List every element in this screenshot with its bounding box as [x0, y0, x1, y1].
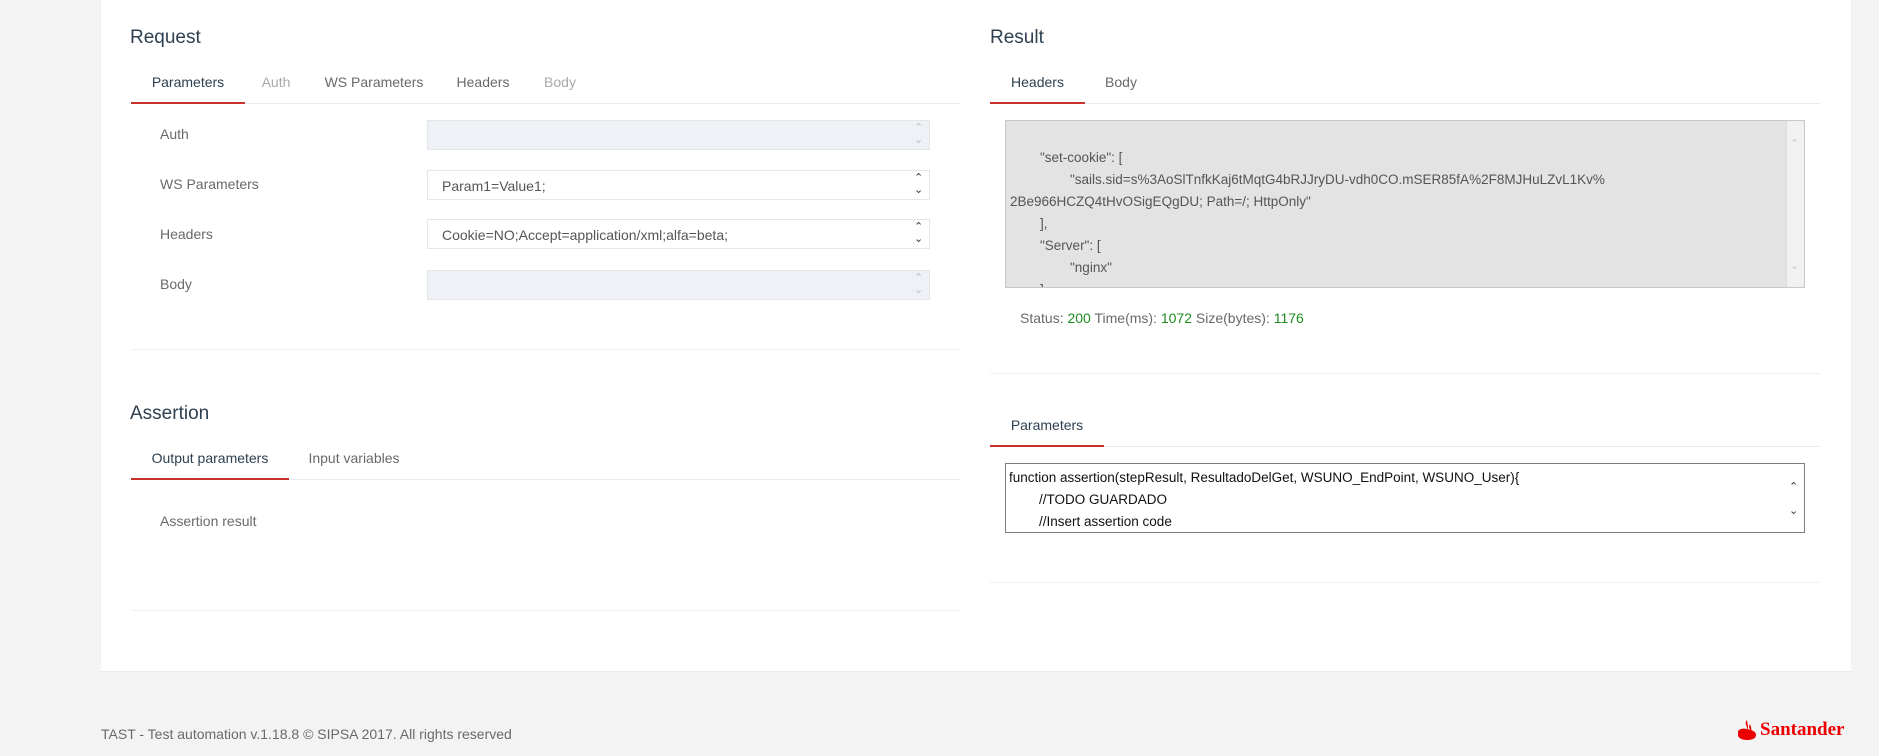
chevron-up-icon: ⌃ [914, 272, 924, 284]
auth-spinner[interactable]: ⌃ ⌄ [913, 121, 927, 149]
request-tabs: Parameters Auth WS Parameters Headers Bo… [131, 60, 960, 104]
code-line: //TODO GUARDADO [1009, 492, 1168, 507]
body-label: Body [160, 276, 192, 292]
time-label: Time(ms): [1094, 310, 1157, 326]
result-line: ], [1010, 216, 1048, 231]
flame-icon [1738, 720, 1756, 740]
ws-parameters-label: WS Parameters [160, 176, 259, 192]
tab-parameters[interactable]: Parameters [131, 60, 245, 104]
status-line: Status: 200 Time(ms): 1072 Size(bytes): … [1020, 310, 1304, 326]
result-line: "sails.sid=s%3AoSlTnfkKaj6tMqtG4bRJJryDU… [1010, 172, 1605, 187]
chevron-down-icon: ⌄ [1789, 505, 1799, 517]
chevron-down-icon: ⌄ [914, 233, 924, 245]
left-rail [0, 0, 71, 756]
assertion-title: Assertion [130, 403, 210, 424]
tab-result-body[interactable]: Body [1085, 60, 1157, 104]
size-label: Size(bytes): [1195, 310, 1270, 326]
tab-input-variables[interactable]: Input variables [289, 436, 419, 480]
chevron-up-icon: ⌃ [914, 172, 924, 184]
body-field[interactable]: ⌃ ⌄ [427, 270, 930, 300]
tab-assertion-parameters[interactable]: Parameters [990, 403, 1104, 447]
tab-ws-parameters[interactable]: WS Parameters [307, 60, 441, 104]
headers-value: Cookie=NO;Accept=application/xml;alfa=be… [442, 227, 728, 243]
headers-field[interactable]: Cookie=NO;Accept=application/xml;alfa=be… [427, 219, 930, 249]
chevron-up-icon: ⌃ [914, 221, 924, 233]
assertion-panel [131, 480, 960, 611]
tab-output-parameters[interactable]: Output parameters [131, 436, 289, 480]
result-line: "nginx" [1010, 260, 1112, 275]
tab-auth[interactable]: Auth [245, 60, 307, 104]
result-title: Result [990, 27, 1044, 48]
chevron-down-icon: ⌄ [914, 284, 924, 296]
headers-spinner[interactable]: ⌃ ⌄ [913, 220, 927, 248]
chevron-down-icon: ⌄ [914, 184, 924, 196]
footer-copyright: TAST - Test automation v.1.18.8 © SIPSA … [101, 726, 512, 742]
headers-label: Headers [160, 226, 213, 242]
code-line: function assertion(stepResult, Resultado… [1009, 470, 1520, 485]
result-tabs: Headers Body [990, 60, 1820, 104]
time-value: 1072 [1160, 310, 1192, 326]
code-scrollbar[interactable]: ⌃ ⌄ [1786, 464, 1804, 532]
chevron-up-icon: ⌃ [914, 122, 924, 134]
body-spinner[interactable]: ⌃ ⌄ [913, 271, 927, 299]
code-line: //Insert assertion code [1009, 514, 1172, 529]
request-title: Request [130, 27, 201, 48]
status-value: 200 [1067, 310, 1091, 326]
auth-label: Auth [160, 126, 189, 142]
result-headers-output[interactable]: "set-cookie": [ "sails.sid=s%3AoSlTnfkKa… [1005, 120, 1805, 288]
assertion-result-label: Assertion result [160, 513, 257, 529]
result-line: "Server": [ [1010, 238, 1101, 253]
ws-parameters-field[interactable]: Param1=Value1; ⌃ ⌄ [427, 170, 930, 200]
tab-body[interactable]: Body [525, 60, 595, 104]
ws-parameters-spinner[interactable]: ⌃ ⌄ [913, 171, 927, 199]
tab-result-headers[interactable]: Headers [990, 60, 1085, 104]
logo-text: Santander [1760, 719, 1845, 740]
chevron-down-icon: ⌄ [1790, 260, 1800, 272]
chevron-down-icon: ⌄ [914, 134, 924, 146]
status-label: Status: [1020, 310, 1064, 326]
chevron-up-icon: ⌃ [1789, 481, 1799, 493]
result-scrollbar[interactable]: ⌃ ⌄ [1786, 121, 1804, 287]
assertion-tabs: Output parameters Input variables [131, 436, 960, 480]
ws-parameters-value: Param1=Value1; [442, 178, 546, 194]
tab-headers[interactable]: Headers [441, 60, 525, 104]
parameters-tabs: Parameters [990, 403, 1820, 447]
result-line: ] [1010, 279, 1784, 287]
result-line: "set-cookie": [ [1010, 150, 1123, 165]
result-line: 2Be966HCZQ4tHvOSigEQgDU; Path=/; HttpOnl… [1010, 194, 1311, 209]
size-value: 1176 [1273, 310, 1304, 326]
santander-logo: Santander [1737, 718, 1844, 742]
chevron-up-icon: ⌃ [1790, 138, 1800, 150]
auth-field[interactable]: ⌃ ⌄ [427, 120, 930, 150]
assertion-code-editor[interactable]: function assertion(stepResult, Resultado… [1005, 463, 1805, 533]
